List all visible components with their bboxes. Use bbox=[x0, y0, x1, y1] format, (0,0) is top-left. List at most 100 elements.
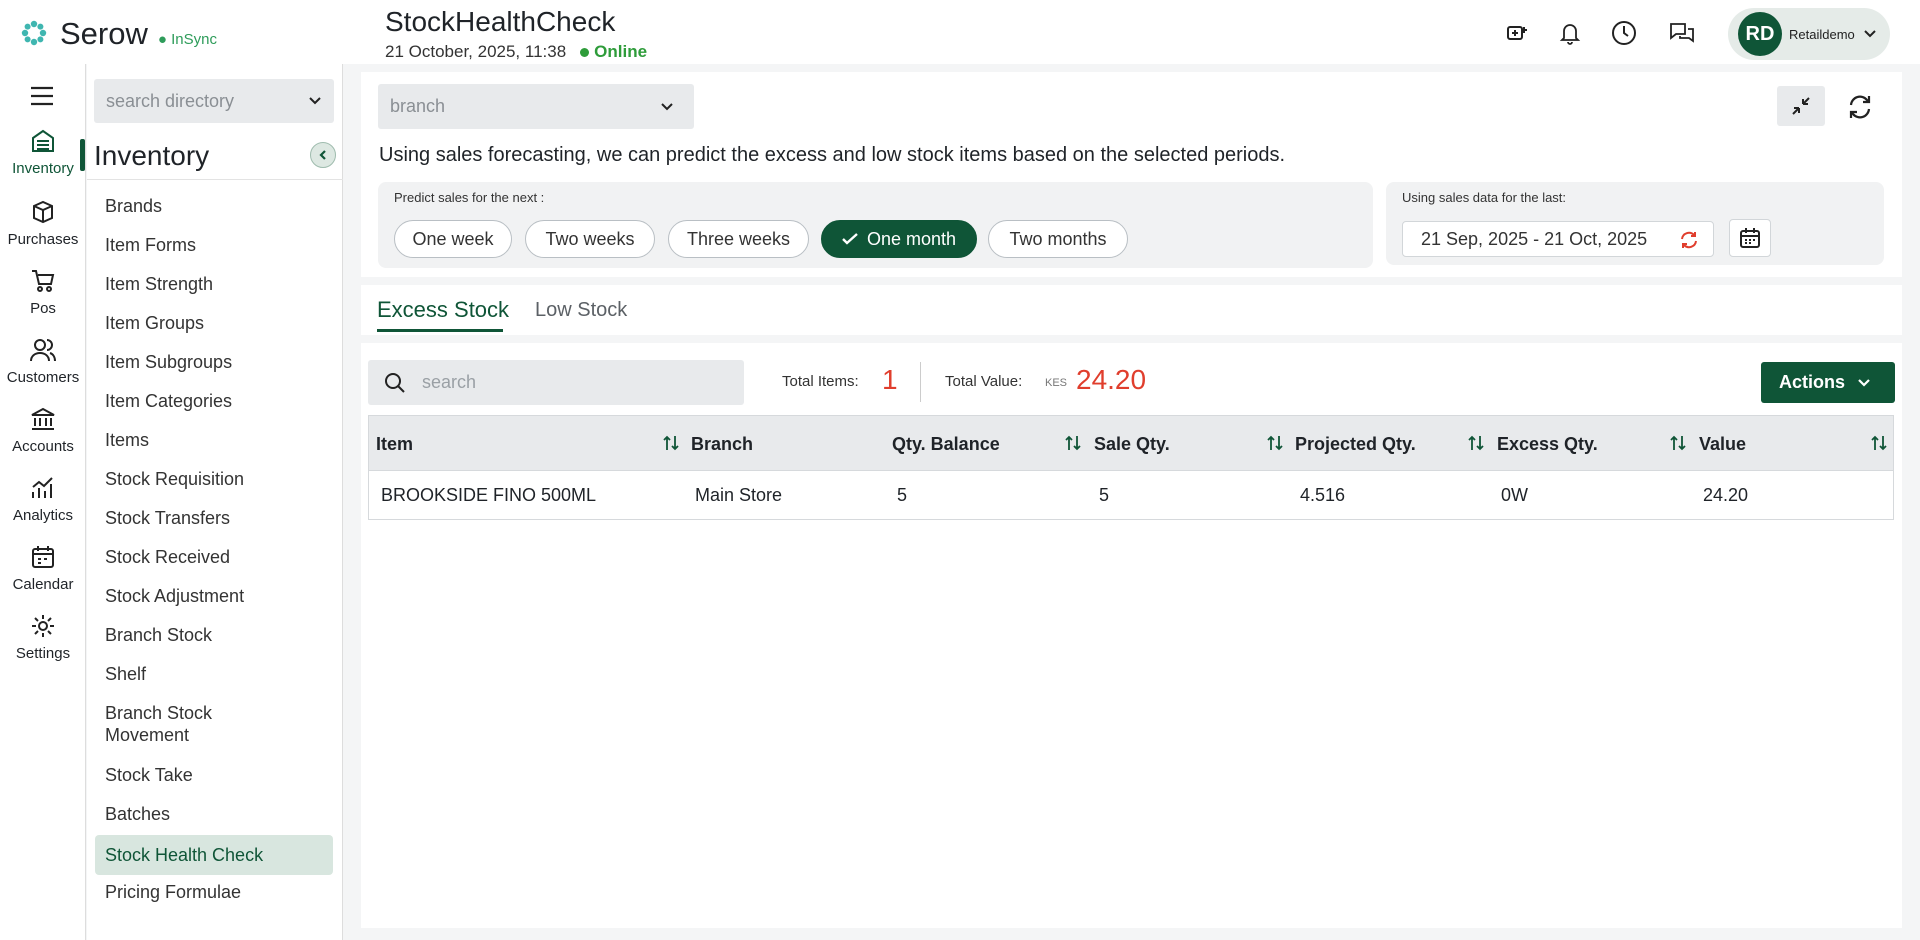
inventory-icon bbox=[32, 129, 54, 152]
sort-icon[interactable] bbox=[1468, 434, 1484, 457]
refresh-icon bbox=[1849, 95, 1871, 119]
sort-icon[interactable] bbox=[1670, 434, 1686, 457]
search-placeholder: search bbox=[422, 372, 477, 392]
branch-placeholder: branch bbox=[390, 96, 446, 116]
chevron-down-icon bbox=[309, 97, 321, 105]
cell-branch: Main Store bbox=[695, 485, 783, 505]
calendar-button[interactable] bbox=[1729, 219, 1771, 257]
sidebar-title: Inventory bbox=[94, 140, 210, 171]
sort-icon[interactable] bbox=[1871, 434, 1887, 457]
total-value: 24.20 bbox=[1076, 364, 1147, 395]
rail-item-accounts[interactable]: Accounts bbox=[0, 406, 86, 455]
cell-projected-qty: 4.516 bbox=[1300, 485, 1346, 505]
table-row[interactable]: BROOKSIDE FINO 500ML Main Store 5 5 4.51… bbox=[369, 471, 1893, 519]
refresh-button[interactable] bbox=[1842, 89, 1878, 125]
user-menu[interactable]: RD Retaildemo bbox=[1728, 8, 1890, 60]
total-items-value: 1 bbox=[882, 364, 898, 395]
sidebar-item-items[interactable]: Items bbox=[95, 420, 333, 460]
period-two-weeks[interactable]: Two weeks bbox=[525, 220, 655, 258]
hamburger-menu-icon[interactable] bbox=[29, 86, 55, 111]
sidebar-item-item-forms[interactable]: Item Forms bbox=[95, 225, 333, 265]
rail-item-settings[interactable]: Settings bbox=[0, 613, 86, 662]
directory-search-placeholder: search directory bbox=[106, 90, 235, 111]
check-icon bbox=[842, 233, 858, 245]
period-one-week[interactable]: One week bbox=[394, 220, 512, 258]
branch-select[interactable]: branch bbox=[378, 84, 694, 129]
chevron-down-icon bbox=[1864, 30, 1876, 38]
logo-icon bbox=[21, 20, 47, 46]
page-subtitle: 21 October, 2025, 11:38 Online bbox=[385, 42, 647, 62]
actions-button[interactable]: Actions bbox=[1761, 362, 1895, 403]
forecast-description: Using sales forecasting, we can predict … bbox=[379, 144, 1286, 166]
user-name: Retaildemo bbox=[1789, 26, 1855, 42]
bell-icon[interactable] bbox=[1555, 18, 1585, 48]
rail-item-label: Accounts bbox=[12, 438, 74, 455]
brand-name: Serow bbox=[60, 16, 148, 51]
sidebar-item-brands[interactable]: Brands bbox=[95, 186, 333, 226]
sidebar-item-item-groups[interactable]: Item Groups bbox=[95, 303, 333, 343]
reset-date-icon[interactable] bbox=[1679, 230, 1699, 250]
sidebar-item-batches[interactable]: Batches bbox=[95, 794, 333, 834]
search-input[interactable]: search bbox=[368, 360, 744, 405]
sort-icon[interactable] bbox=[1267, 434, 1283, 457]
rail-item-analytics[interactable]: Analytics bbox=[0, 475, 86, 524]
sidebar-item-stock-adjustment[interactable]: Stock Adjustment bbox=[95, 576, 333, 616]
date-range-value: 21 Sep, 2025 - 21 Oct, 2025 bbox=[1421, 228, 1648, 249]
directory-search-select[interactable]: search directory bbox=[94, 79, 334, 123]
bank-icon bbox=[31, 407, 55, 430]
date-range-field[interactable]: 21 Sep, 2025 - 21 Oct, 2025 bbox=[1402, 221, 1714, 257]
period-three-weeks[interactable]: Three weeks bbox=[668, 220, 809, 258]
rail-item-customers[interactable]: Customers bbox=[0, 337, 86, 386]
column-header-qty-balance[interactable]: Qty. Balance bbox=[892, 434, 1000, 455]
minimize-button[interactable] bbox=[1777, 86, 1825, 126]
currency-label: KES bbox=[1045, 377, 1068, 389]
predict-period-box: Predict sales for the next : One week Tw… bbox=[378, 182, 1373, 268]
sidebar-item-shelf[interactable]: Shelf bbox=[95, 654, 333, 694]
sidebar-item-item-categories[interactable]: Item Categories bbox=[95, 381, 333, 421]
column-header-projected-qty[interactable]: Projected Qty. bbox=[1295, 434, 1416, 455]
sidebar-item-item-strength[interactable]: Item Strength bbox=[95, 264, 333, 304]
column-header-sale-qty[interactable]: Sale Qty. bbox=[1094, 434, 1170, 455]
rail-item-label: Calendar bbox=[12, 576, 74, 593]
rail-item-label: Purchases bbox=[7, 231, 79, 248]
sidebar-item-pricing-formulae[interactable]: Pricing Formulae bbox=[95, 872, 333, 912]
rail-item-inventory[interactable]: Inventory bbox=[0, 128, 86, 177]
rail-item-calendar[interactable]: Calendar bbox=[0, 544, 86, 593]
sync-status: ● InSync bbox=[157, 31, 217, 48]
sidebar-item-stock-requisition[interactable]: Stock Requisition bbox=[95, 459, 333, 499]
column-header-branch[interactable]: Branch bbox=[691, 434, 753, 455]
sidebar-item-stock-received[interactable]: Stock Received bbox=[95, 537, 333, 577]
sidebar-item-stock-take[interactable]: Stock Take bbox=[95, 755, 333, 795]
period-two-months[interactable]: Two months bbox=[988, 220, 1128, 258]
rail-item-label: Pos bbox=[30, 300, 56, 317]
period-one-month[interactable]: One month bbox=[821, 220, 977, 258]
predict-label: Predict sales for the next : bbox=[394, 190, 545, 205]
cell-item: BROOKSIDE FINO 500ML bbox=[381, 485, 597, 505]
analytics-icon bbox=[32, 477, 53, 498]
chat-icon[interactable] bbox=[1667, 18, 1697, 48]
divider bbox=[920, 362, 921, 402]
logo[interactable]: Serow ● InSync bbox=[20, 18, 217, 50]
gear-icon bbox=[32, 615, 54, 637]
rail-item-purchases[interactable]: Purchases bbox=[0, 199, 86, 248]
sort-icon[interactable] bbox=[663, 434, 679, 457]
sort-icon[interactable] bbox=[1065, 434, 1081, 457]
tab-excess-stock[interactable]: Excess Stock bbox=[377, 297, 509, 323]
minimize-icon bbox=[1792, 97, 1810, 115]
sidebar-item-branch-stock-movement[interactable]: Branch Stock Movement bbox=[95, 693, 245, 755]
sidebar-item-branch-stock[interactable]: Branch Stock bbox=[95, 615, 333, 655]
column-header-value[interactable]: Value bbox=[1699, 434, 1746, 455]
calendar-icon bbox=[1740, 228, 1760, 248]
column-header-excess-qty[interactable]: Excess Qty. bbox=[1497, 434, 1598, 455]
history-icon[interactable] bbox=[1609, 18, 1639, 48]
tab-low-stock[interactable]: Low Stock bbox=[535, 299, 627, 322]
collapse-sidebar-button[interactable] bbox=[310, 142, 336, 168]
rail-item-label: Customers bbox=[6, 369, 80, 386]
column-header-item[interactable]: Item bbox=[376, 434, 413, 455]
sidebar-item-stock-transfers[interactable]: Stock Transfers bbox=[95, 498, 333, 538]
add-media-icon[interactable] bbox=[1502, 18, 1532, 48]
sidebar-item-stock-health-check[interactable]: Stock Health Check bbox=[95, 835, 333, 875]
rail-item-pos[interactable]: Pos bbox=[0, 268, 86, 317]
rail-item-label: Analytics bbox=[12, 507, 74, 524]
sidebar-item-item-subgroups[interactable]: Item Subgroups bbox=[95, 342, 333, 382]
